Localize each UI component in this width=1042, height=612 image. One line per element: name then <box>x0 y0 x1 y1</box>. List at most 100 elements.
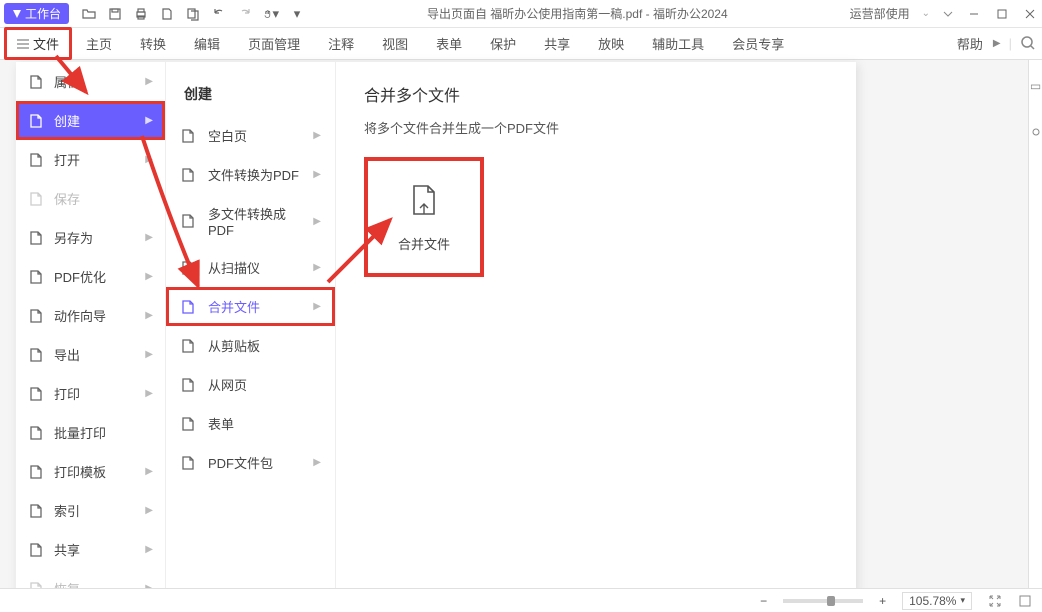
print-icon[interactable] <box>133 6 149 22</box>
chevron-right-icon: ▶ <box>145 154 153 165</box>
file-menu-item-label: 打印 <box>54 384 80 403</box>
file-menu-item-7[interactable]: 导出 ▶ <box>16 335 165 374</box>
tab-annotate[interactable]: 注释 <box>314 28 368 59</box>
chevron-right-icon: ▶ <box>313 301 321 312</box>
create-icon <box>28 113 44 129</box>
saveas-icon <box>28 230 44 246</box>
file-menu-item-label: 共享 <box>54 540 80 559</box>
tab-vip[interactable]: 会员专享 <box>718 28 798 59</box>
page-copy-icon[interactable] <box>185 6 201 22</box>
close-icon[interactable] <box>1022 6 1038 22</box>
zoom-minus-icon[interactable]: − <box>760 594 767 608</box>
submenu-item-label: 从剪贴板 <box>208 336 260 355</box>
save-icon[interactable] <box>107 6 123 22</box>
submenu-item-2[interactable]: 多文件转换成PDF ▶ <box>166 194 335 248</box>
file-menu-item-12[interactable]: 共享 ▶ <box>16 530 165 569</box>
maximize-icon[interactable] <box>994 6 1010 22</box>
tab-home[interactable]: 主页 <box>72 28 126 59</box>
file-menu-item-9[interactable]: 批量打印 <box>16 413 165 452</box>
dropdown-sep-icon[interactable]: ▾ <box>289 6 305 22</box>
file-menu-button[interactable]: 文件 <box>4 27 72 60</box>
tab-overflow-icon[interactable]: ▶ <box>993 38 1001 49</box>
tab-edit[interactable]: 编辑 <box>180 28 234 59</box>
clipboard-icon <box>180 338 196 354</box>
redo-icon[interactable] <box>237 6 253 22</box>
workspace-badge[interactable]: 工作台 <box>4 3 69 24</box>
multi-to-pdf-icon <box>180 213 196 229</box>
chevron-down-icon[interactable]: ⌄ <box>922 8 930 19</box>
file-menu-item-2[interactable]: 打开 ▶ <box>16 140 165 179</box>
file-menu-item-3[interactable]: 保存 <box>16 179 165 218</box>
print-template-icon <box>28 464 44 480</box>
file-menu-item-1[interactable]: 创建 ▶ <box>16 101 165 140</box>
search-icon[interactable] <box>1020 35 1038 53</box>
detail-panel: 合并多个文件 将多个文件合并生成一个PDF文件 合并文件 <box>336 62 856 602</box>
chevron-right-icon: ▶ <box>145 466 153 477</box>
tab-page[interactable]: 页面管理 <box>234 28 314 59</box>
submenu-item-3[interactable]: 从扫描仪 ▶ <box>166 248 335 287</box>
tab-protect[interactable]: 保护 <box>476 28 530 59</box>
detail-title: 合并多个文件 <box>364 82 828 106</box>
batch-print-icon <box>28 425 44 441</box>
file-menu-item-label: 打开 <box>54 150 80 169</box>
chevron-right-icon: ▶ <box>313 169 321 180</box>
page-add-icon[interactable] <box>159 6 175 22</box>
tab-play[interactable]: 放映 <box>584 28 638 59</box>
tab-form[interactable]: 表单 <box>422 28 476 59</box>
workspace-label: 工作台 <box>25 5 61 22</box>
tab-help[interactable]: 帮助 <box>943 28 985 59</box>
form-icon <box>180 416 196 432</box>
file-menu-label: 文件 <box>33 34 59 53</box>
tab-tools[interactable]: 辅助工具 <box>638 28 718 59</box>
ribbon-options-icon[interactable] <box>942 8 954 20</box>
bookmark-tab-icon[interactable]: ▭ <box>1030 66 1042 106</box>
index-icon <box>28 503 44 519</box>
submenu-item-1[interactable]: 文件转换为PDF ▶ <box>166 155 335 194</box>
file-menu-item-label: 属性 <box>54 72 80 91</box>
file-menu-item-5[interactable]: PDF优化 ▶ <box>16 257 165 296</box>
fit-width-icon[interactable] <box>988 594 1002 608</box>
submenu-item-5[interactable]: 从剪贴板 <box>166 326 335 365</box>
fullscreen-icon[interactable] <box>1018 594 1032 608</box>
user-area-label[interactable]: 运营部使用 <box>850 5 910 22</box>
file-menu-item-8[interactable]: 打印 ▶ <box>16 374 165 413</box>
app-logo-icon <box>12 9 22 19</box>
tab-convert[interactable]: 转换 <box>126 28 180 59</box>
optimize-icon <box>28 269 44 285</box>
chevron-right-icon: ▶ <box>145 271 153 282</box>
minimize-icon[interactable] <box>966 6 982 22</box>
zoom-plus-icon[interactable]: + <box>879 594 886 608</box>
file-menu-item-label: 索引 <box>54 501 80 520</box>
submenu-item-8[interactable]: PDF文件包 ▶ <box>166 443 335 482</box>
file-menu-item-label: 批量打印 <box>54 423 106 442</box>
submenu-item-0[interactable]: 空白页 ▶ <box>166 116 335 155</box>
file-menu-item-4[interactable]: 另存为 ▶ <box>16 218 165 257</box>
tab-share[interactable]: 共享 <box>530 28 584 59</box>
merge-files-tile[interactable]: 合并文件 <box>364 157 484 277</box>
file-menu-item-0[interactable]: 属性 ▶ <box>16 62 165 101</box>
file-menu-item-label: 动作向导 <box>54 306 106 325</box>
submenu-item-6[interactable]: 从网页 <box>166 365 335 404</box>
info-icon <box>28 74 44 90</box>
submenu-item-7[interactable]: 表单 <box>166 404 335 443</box>
status-bar: − + 105.78% ▾ <box>0 588 1042 612</box>
ribbon-tabbar: 文件 主页 转换 编辑 页面管理 注释 视图 表单 保护 共享 放映 辅助工具 … <box>0 28 1042 60</box>
undo-icon[interactable] <box>211 6 227 22</box>
folder-open-icon[interactable] <box>81 6 97 22</box>
submenu-item-4[interactable]: 合并文件 ▶ <box>166 287 335 326</box>
right-sidebar-stub: ▭ <box>1028 60 1042 588</box>
action-icon <box>28 308 44 324</box>
file-menu-item-6[interactable]: 动作向导 ▶ <box>16 296 165 335</box>
zoom-value[interactable]: 105.78% ▾ <box>902 592 972 610</box>
file-menu-item-10[interactable]: 打印模板 ▶ <box>16 452 165 491</box>
file-menu-item-label: 导出 <box>54 345 80 364</box>
file-menu-item-label: 另存为 <box>54 228 93 247</box>
chevron-right-icon: ▶ <box>313 216 321 227</box>
submenu-heading: 创建 <box>166 78 335 116</box>
tab-view[interactable]: 视图 <box>368 28 422 59</box>
zoom-slider[interactable] <box>783 599 863 603</box>
properties-tab-icon[interactable] <box>1030 112 1042 152</box>
hand-icon[interactable]: ▾ <box>263 6 279 22</box>
file-menu-item-label: 打印模板 <box>54 462 106 481</box>
file-menu-item-11[interactable]: 索引 ▶ <box>16 491 165 530</box>
